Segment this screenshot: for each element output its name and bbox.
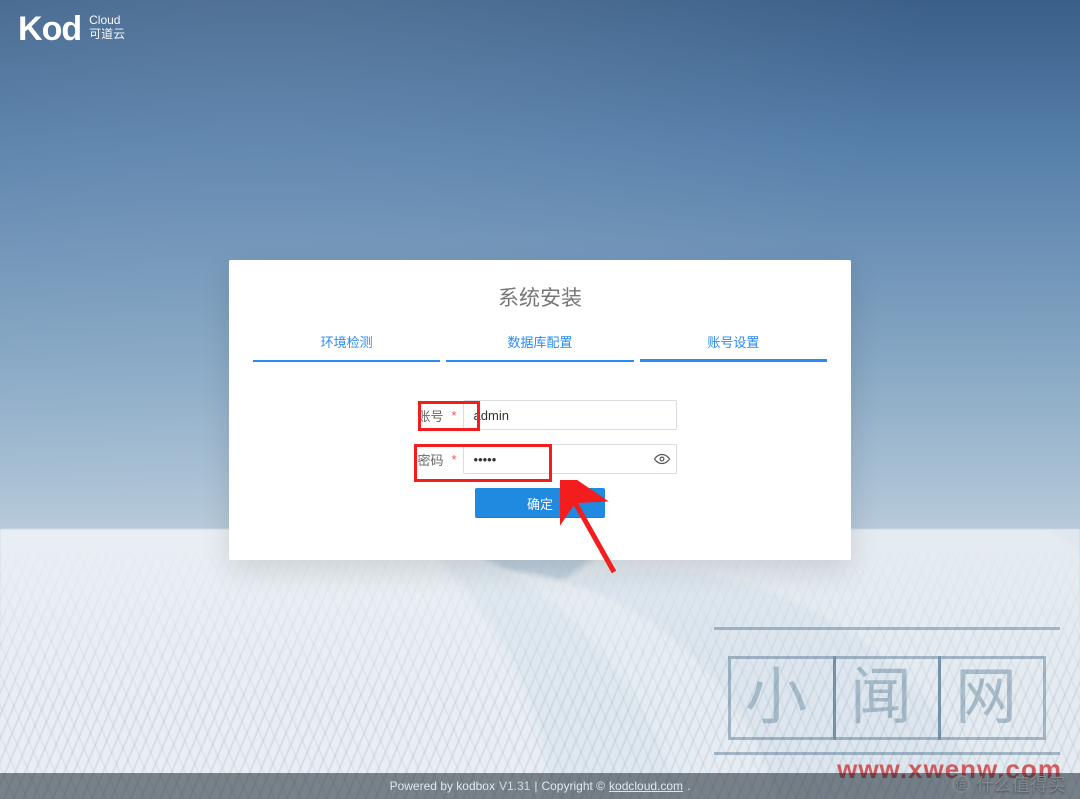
- password-label: 密码: [403, 450, 443, 469]
- row-username: 账号 *: [229, 400, 851, 430]
- watermark-char: 网: [938, 656, 1046, 740]
- footer-suffix: .: [687, 779, 690, 793]
- toggle-password-visibility-icon[interactable]: [653, 450, 671, 468]
- step-account-setup[interactable]: 账号设置: [640, 326, 827, 362]
- required-mark: *: [451, 408, 456, 423]
- brand-logo: Kodod Cloud 可道云: [18, 10, 125, 49]
- submit-button[interactable]: 确定: [475, 488, 605, 518]
- footer-powered: Powered by kodbox: [390, 779, 495, 793]
- footer-site-link[interactable]: kodcloud.com: [609, 779, 683, 793]
- username-input-wrap: [463, 400, 677, 430]
- password-input-wrap: [463, 444, 677, 474]
- card-title: 系统安装: [229, 282, 851, 312]
- row-password: 密码 *: [229, 444, 851, 474]
- footer-sep: |: [534, 779, 537, 793]
- password-input[interactable]: [463, 444, 677, 474]
- required-mark: *: [451, 452, 456, 467]
- brand-logo-cloud-en: Cloud: [89, 14, 125, 28]
- install-card: 系统安装 环境检测 数据库配置 账号设置 账号 * 密码 *: [229, 260, 851, 560]
- footer-version: V1.31: [499, 779, 530, 793]
- brand-logo-main: Kodod: [18, 10, 81, 49]
- install-form: 账号 * 密码 * 确定: [229, 400, 851, 518]
- watermark-char: 闻: [833, 656, 941, 740]
- step-db-config[interactable]: 数据库配置: [446, 326, 633, 362]
- watermark-brand: 小闻网: [714, 627, 1060, 755]
- watermark-char: 小: [728, 656, 836, 740]
- install-steps: 环境检测 数据库配置 账号设置: [229, 326, 851, 362]
- username-label: 账号: [403, 406, 443, 425]
- brand-logo-sub: Cloud 可道云: [89, 14, 125, 42]
- footer-copyright: Copyright ©: [541, 779, 605, 793]
- step-env-check[interactable]: 环境检测: [253, 326, 440, 362]
- footer-bar: Powered by kodbox V1.31 | Copyright © ko…: [0, 773, 1080, 799]
- username-input[interactable]: [463, 400, 677, 430]
- brand-logo-cloud-zh: 可道云: [89, 28, 125, 42]
